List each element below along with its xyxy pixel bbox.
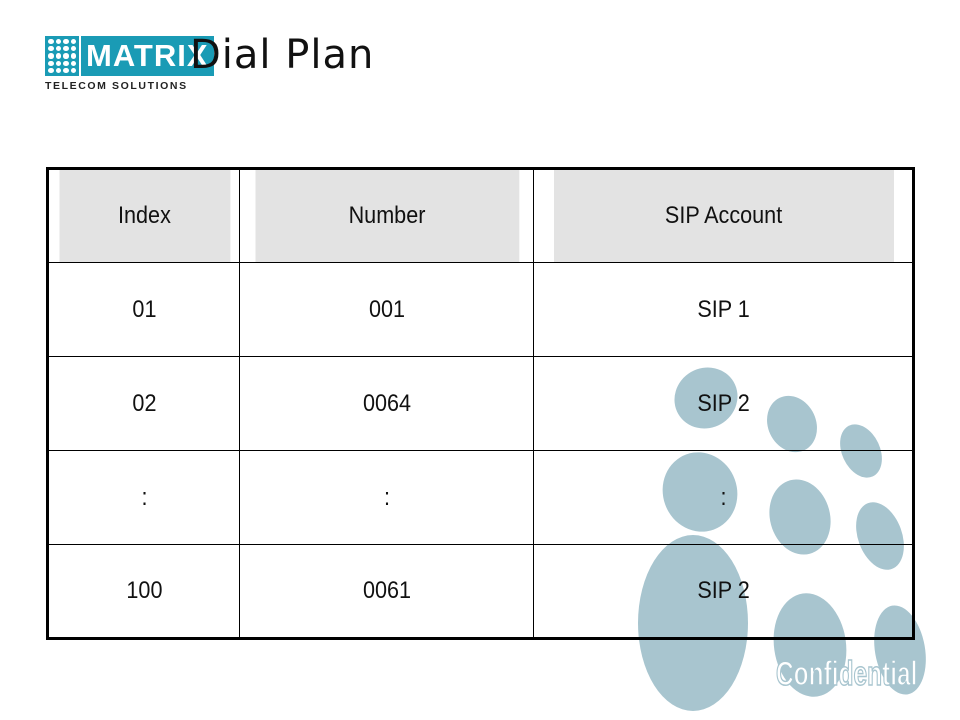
matrix-logo: MATRIX TELECOM SOLUTIONS — [45, 36, 214, 92]
header-sip-account: SIP Account — [552, 168, 895, 263]
cell-sip-account: SIP 1 — [552, 262, 895, 357]
table-row: 02 0064 SIP 2 — [48, 356, 914, 451]
logo-dot-grid-icon — [45, 36, 79, 76]
cell-number: 0064 — [253, 356, 520, 451]
cell-index: 01 — [56, 262, 231, 357]
table-row: : : : — [48, 450, 914, 545]
cell-sip-account: SIP 2 — [552, 544, 895, 639]
slide-title: Dial Plan — [190, 32, 375, 78]
table-row: 01 001 SIP 1 — [48, 262, 914, 357]
table-row: 100 0061 SIP 2 — [48, 544, 914, 639]
dial-plan-table: Index Number SIP Account 01 001 SIP 1 02… — [46, 167, 915, 640]
cell-number: 001 — [253, 262, 520, 357]
cell-sip-account: : — [552, 450, 895, 545]
logo-tagline: TELECOM SOLUTIONS — [45, 80, 188, 92]
table-header-row: Index Number SIP Account — [48, 168, 914, 263]
cell-index: : — [56, 450, 231, 545]
cell-number: : — [253, 450, 520, 545]
cell-sip-account: SIP 2 — [552, 356, 895, 451]
cell-index: 100 — [56, 544, 231, 639]
header-index: Index — [56, 168, 231, 263]
cell-index: 02 — [56, 356, 231, 451]
header-number: Number — [253, 168, 520, 263]
cell-number: 0061 — [253, 544, 520, 639]
confidential-watermark: Confidential — [775, 654, 918, 694]
logo-mark: MATRIX — [45, 36, 214, 76]
